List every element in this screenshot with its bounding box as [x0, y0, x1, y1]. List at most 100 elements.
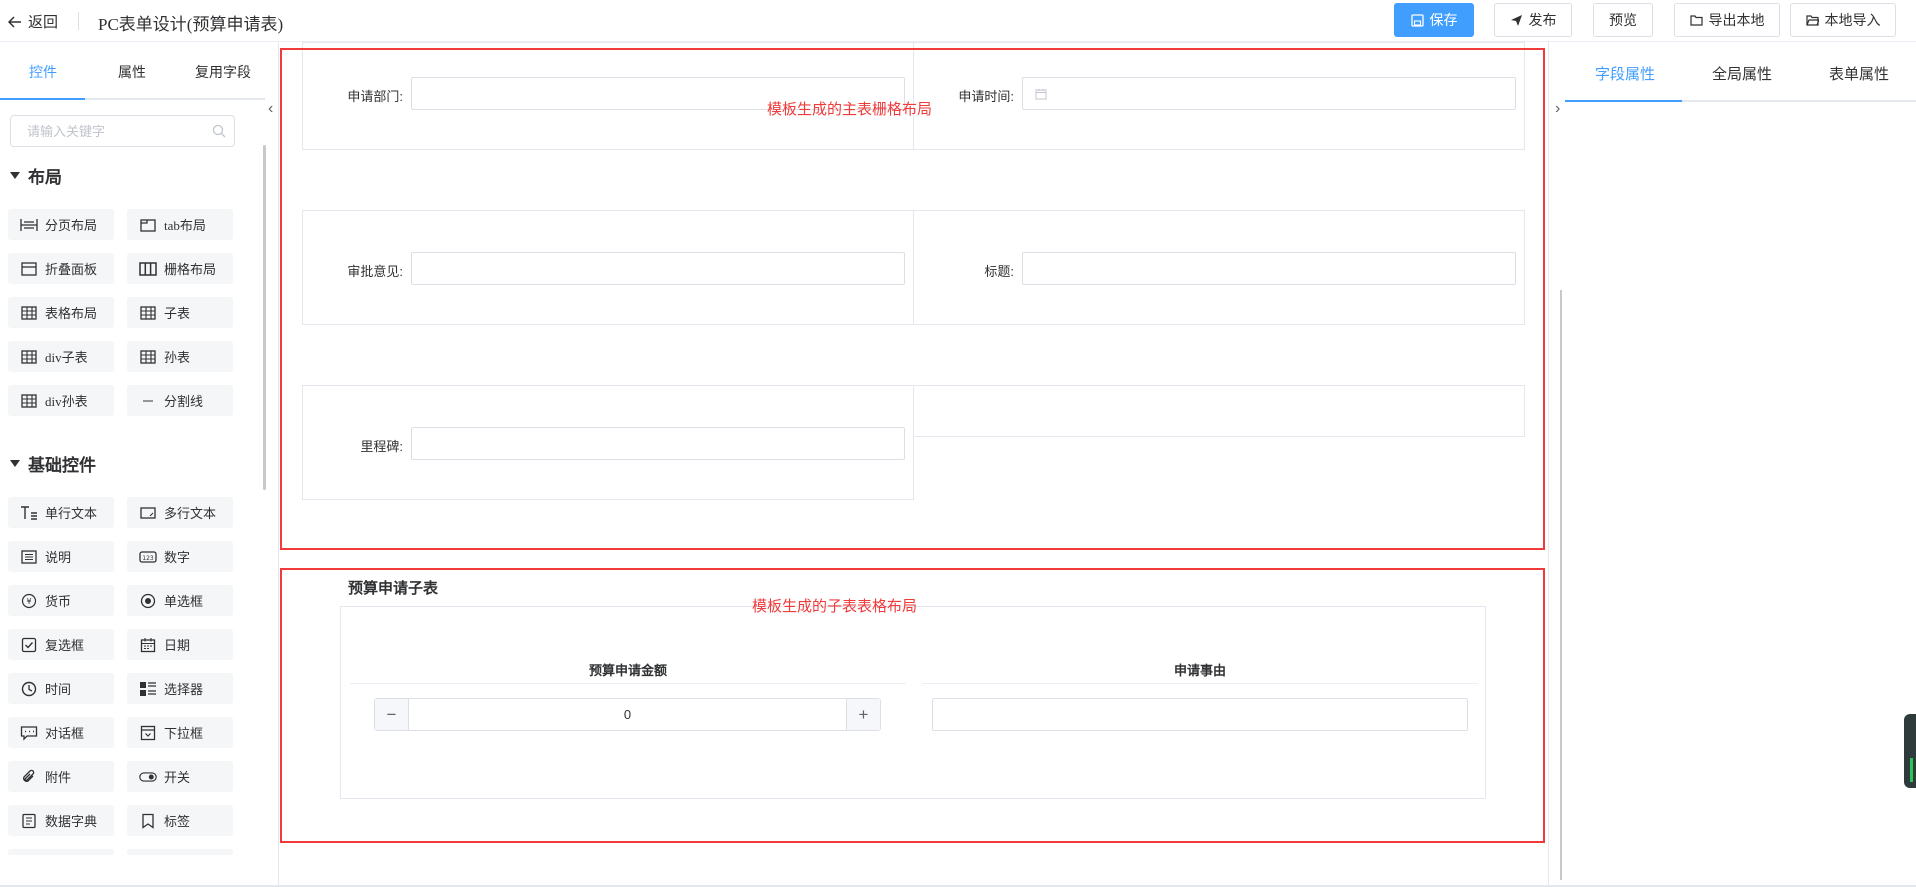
caret-down-icon [10, 171, 20, 179]
group-basic-header[interactable]: 基础控件 [10, 451, 96, 476]
clock-icon [20, 681, 38, 697]
tab-form-properties[interactable]: 表单属性 [1829, 63, 1889, 84]
grid-cell-empty[interactable] [913, 385, 1525, 437]
component-div-grandchild-table[interactable]: div孙表 [8, 385, 114, 416]
description-icon [20, 549, 38, 565]
component-selector[interactable]: 选择器 [127, 673, 233, 704]
component-label: 数字 [164, 550, 191, 565]
grid-cell-approval-opinion[interactable]: 审批意见: [302, 210, 914, 325]
component-dropdown[interactable]: 下拉框 [127, 717, 233, 748]
save-label: 保存 [1429, 12, 1458, 28]
component-label: 附件 [45, 770, 72, 785]
component-label: div子表 [45, 350, 88, 365]
decrement-button[interactable]: − [375, 699, 409, 730]
component-number[interactable]: 123 数字 [127, 541, 233, 572]
increment-button[interactable]: + [846, 699, 880, 730]
apply-time-input[interactable] [1022, 77, 1516, 110]
component-label: 多行文本 [164, 506, 217, 521]
component-data-dictionary[interactable]: 数据字典 [8, 805, 114, 836]
single-text-icon [20, 505, 38, 521]
search-icon[interactable] [212, 124, 226, 138]
tab-reuse-fields[interactable]: 复用字段 [195, 62, 251, 82]
bookmark-icon [139, 813, 157, 829]
component-radio[interactable]: 单选框 [127, 585, 233, 616]
export-label: 导出本地 [1708, 12, 1765, 28]
publish-button[interactable]: 发布 [1494, 3, 1572, 37]
grid-cell-milestone[interactable]: 里程碑: [302, 385, 914, 500]
subtable-annotation: 模板生成的子表表格布局 [752, 598, 918, 615]
component-label: 分页布局 [45, 218, 98, 233]
active-tab-indicator [1565, 100, 1682, 102]
component-label: 分割线 [164, 394, 204, 409]
component-time[interactable]: 时间 [8, 673, 114, 704]
tab-controls[interactable]: 控件 [29, 62, 57, 82]
field-label-milestone: 里程碑: [360, 439, 403, 454]
caret-down-icon [10, 459, 20, 467]
component-rate[interactable]: 评分 [8, 849, 114, 855]
folder-open-icon [1805, 15, 1819, 26]
component-switch[interactable]: 开关 [127, 761, 233, 792]
tab-properties[interactable]: 属性 [118, 62, 146, 82]
amount-stepper[interactable]: − 0 + [374, 698, 881, 731]
component-label: 孙表 [164, 350, 191, 365]
save-button[interactable]: 保存 [1394, 3, 1474, 37]
collapse-right-panel-icon[interactable]: › [1555, 100, 1560, 118]
reason-input[interactable] [932, 698, 1468, 731]
component-tag[interactable]: 标签 [127, 805, 233, 836]
component-multi-text[interactable]: 多行文本 [127, 497, 233, 528]
amount-value[interactable]: 0 [409, 699, 846, 730]
back-button[interactable]: 返回 [8, 11, 58, 32]
approval-opinion-input[interactable] [411, 252, 905, 285]
component-divider[interactable]: 分割线 [127, 385, 233, 416]
component-dialog[interactable]: 对话框 [8, 717, 114, 748]
left-panel-scrollbar[interactable] [263, 145, 266, 490]
component-grid-layout[interactable]: 栅格布局 [127, 253, 233, 284]
component-label: 子表 [164, 306, 191, 321]
component-tab-layout[interactable]: tab布局 [127, 209, 233, 240]
multi-text-icon [139, 505, 157, 521]
canvas-scrollbar[interactable] [1560, 290, 1562, 880]
field-label-approval-opinion: 审批意见: [347, 264, 403, 279]
grid-layout-icon [139, 261, 157, 277]
column-header-amount: 预算申请金额 [588, 663, 667, 678]
grid-cell-apply-time[interactable]: 申请时间: [913, 42, 1525, 150]
grid-cell-department[interactable]: 申请部门: [302, 42, 914, 150]
component-date[interactable]: 日期 [127, 629, 233, 660]
divider-icon [139, 393, 157, 409]
component-div-subtable[interactable]: div子表 [8, 341, 114, 372]
component-table-layout[interactable]: 表格布局 [8, 297, 114, 328]
collapse-left-panel-icon[interactable]: ‹ [268, 100, 273, 118]
export-button[interactable]: 导出本地 [1674, 3, 1780, 37]
radio-icon [139, 593, 157, 609]
date-icon [139, 637, 157, 653]
currency-icon: ¥ [20, 593, 38, 609]
number-icon: 123 [139, 549, 157, 565]
subtable-title: 预算申请子表 [348, 580, 439, 597]
grid-cell-title[interactable]: 标题: [913, 210, 1525, 325]
paperclip-icon [20, 769, 38, 785]
group-layout-header[interactable]: 布局 [10, 163, 62, 188]
component-image[interactable]: 图片 [127, 849, 233, 855]
preview-button[interactable]: 预览 [1593, 3, 1653, 37]
component-subtable[interactable]: 子表 [127, 297, 233, 328]
search-input[interactable] [11, 116, 201, 146]
tab-global-properties[interactable]: 全局属性 [1712, 63, 1772, 84]
milestone-input[interactable] [411, 427, 905, 460]
import-button[interactable]: 本地导入 [1790, 3, 1896, 37]
component-description[interactable]: 说明 [8, 541, 114, 572]
import-label: 本地导入 [1824, 12, 1881, 28]
component-label: 开关 [164, 770, 191, 785]
component-currency[interactable]: ¥ 货币 [8, 585, 114, 616]
component-single-text[interactable]: 单行文本 [8, 497, 114, 528]
component-collapse-panel[interactable]: 折叠面板 [8, 253, 114, 284]
component-attachment[interactable]: 附件 [8, 761, 114, 792]
component-page-layout[interactable]: 分页布局 [8, 209, 114, 240]
checkbox-icon [20, 637, 38, 653]
component-checkbox[interactable]: 复选框 [8, 629, 114, 660]
title-input[interactable] [1022, 252, 1516, 285]
collapse-panel-icon [20, 261, 38, 277]
component-label: 复选框 [45, 638, 85, 653]
component-grandchild-table[interactable]: 孙表 [127, 341, 233, 372]
tab-field-properties[interactable]: 字段属性 [1595, 63, 1655, 84]
div-subtable-icon [20, 349, 38, 365]
